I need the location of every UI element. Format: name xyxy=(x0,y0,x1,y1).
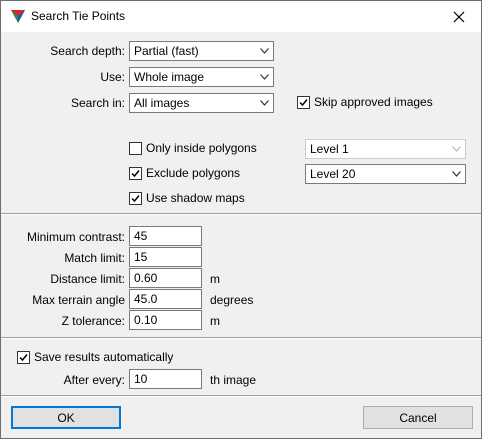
search-in-select[interactable]: All images xyxy=(129,93,274,113)
checkmark-icon xyxy=(19,353,28,361)
minimum-contrast-input[interactable]: 45 xyxy=(129,226,202,246)
match-limit-label: Match limit: xyxy=(64,251,125,265)
checkmark-icon xyxy=(131,169,140,177)
minimum-contrast-value: 45 xyxy=(134,229,148,243)
cancel-button[interactable]: Cancel xyxy=(363,406,473,429)
save-results-checkbox[interactable]: Save results automatically xyxy=(17,349,173,365)
only-inside-polygons-label: Only inside polygons xyxy=(146,141,257,155)
save-results-label: Save results automatically xyxy=(34,350,174,364)
use-value: Whole image xyxy=(134,70,205,84)
search-tie-points-dialog: Search Tie Points Search depth: Partial … xyxy=(0,0,482,439)
exclude-polygons-label: Exclude polygons xyxy=(146,166,241,180)
title-bar: Search Tie Points xyxy=(1,1,481,32)
cancel-button-label: Cancel xyxy=(399,410,437,425)
ok-button-label: OK xyxy=(57,410,75,425)
checkmark-icon xyxy=(131,194,140,202)
checkmark-icon xyxy=(299,98,308,106)
after-every-label: After every: xyxy=(63,373,125,387)
skip-approved-label: Skip approved images xyxy=(314,95,433,109)
max-terrain-angle-value: 45.0 xyxy=(134,292,158,306)
chevron-down-icon xyxy=(452,146,461,152)
exclude-level-select[interactable]: Level 20 xyxy=(305,164,466,184)
max-terrain-angle-input[interactable]: 45.0 xyxy=(129,289,202,309)
z-tolerance-input[interactable]: 0.10 xyxy=(129,310,202,330)
after-every-value: 10 xyxy=(134,372,148,386)
checkbox-box xyxy=(129,141,142,155)
use-shadow-maps-checkbox[interactable]: Use shadow maps xyxy=(129,190,245,206)
checkbox-box xyxy=(17,350,30,364)
skip-approved-checkbox[interactable]: Skip approved images xyxy=(297,94,433,110)
only-inside-polygons-checkbox[interactable]: Only inside polygons xyxy=(129,140,257,156)
exclude-polygons-checkbox[interactable]: Exclude polygons xyxy=(129,165,240,181)
z-tolerance-unit: m xyxy=(210,314,220,328)
separator xyxy=(1,337,481,339)
search-in-value: All images xyxy=(134,96,190,110)
search-in-label: Search in: xyxy=(70,96,125,110)
after-every-unit: th image xyxy=(210,373,257,387)
separator xyxy=(1,213,481,215)
match-limit-value: 15 xyxy=(134,250,148,264)
distance-limit-label: Distance limit: xyxy=(50,272,125,286)
checkbox-box xyxy=(297,95,310,109)
chevron-down-icon xyxy=(452,171,461,177)
separator xyxy=(1,395,481,397)
search-depth-label: Search depth: xyxy=(50,44,125,58)
only-inside-level-value: Level 1 xyxy=(310,142,349,156)
search-depth-value: Partial (fast) xyxy=(134,44,199,58)
chevron-down-icon xyxy=(260,48,269,54)
minimum-contrast-label: Minimum contrast: xyxy=(26,230,125,244)
checkbox-box xyxy=(129,166,142,180)
only-inside-level-select: Level 1 xyxy=(305,139,466,159)
match-limit-input[interactable]: 15 xyxy=(129,247,202,267)
checkbox-box xyxy=(129,191,142,205)
use-label: Use: xyxy=(100,70,125,84)
window-title: Search Tie Points xyxy=(31,9,126,23)
z-tolerance-value: 0.10 xyxy=(134,313,158,327)
use-shadow-maps-label: Use shadow maps xyxy=(146,191,245,205)
close-button[interactable] xyxy=(437,1,481,32)
chevron-down-icon xyxy=(260,74,269,80)
distance-limit-value: 0.60 xyxy=(134,271,158,285)
max-terrain-angle-label: Max terrain angle xyxy=(32,293,125,307)
close-icon xyxy=(453,11,465,22)
use-select[interactable]: Whole image xyxy=(129,67,274,87)
z-tolerance-label: Z tolerance: xyxy=(61,314,125,328)
search-depth-select[interactable]: Partial (fast) xyxy=(129,41,274,61)
distance-limit-unit: m xyxy=(210,272,220,286)
exclude-level-value: Level 20 xyxy=(310,167,356,181)
max-terrain-angle-unit: degrees xyxy=(210,293,254,307)
ok-button[interactable]: OK xyxy=(11,406,121,429)
after-every-input[interactable]: 10 xyxy=(129,369,202,389)
app-logo-icon xyxy=(11,10,25,23)
chevron-down-icon xyxy=(260,100,269,106)
distance-limit-input[interactable]: 0.60 xyxy=(129,268,202,288)
